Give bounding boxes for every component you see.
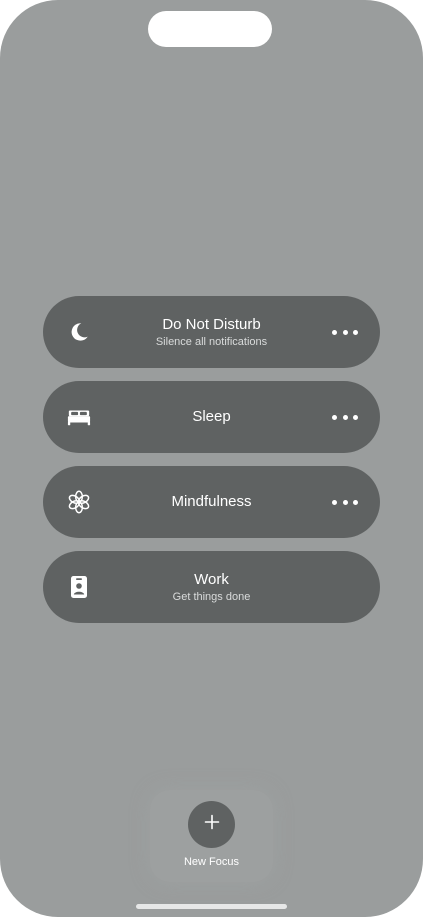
phone-screen: Do Not Disturb Silence all notifications: [0, 0, 423, 917]
more-options-icon[interactable]: [332, 492, 358, 512]
focus-text: Work Get things done: [113, 551, 310, 623]
new-focus-label: New Focus: [183, 856, 240, 868]
new-focus[interactable]: New Focus: [150, 790, 273, 882]
new-focus-button[interactable]: [188, 801, 235, 848]
focus-sleep[interactable]: Sleep: [43, 381, 380, 453]
focus-list: Do Not Disturb Silence all notifications: [43, 296, 380, 636]
dynamic-island: [148, 11, 272, 47]
focus-text: Sleep: [113, 381, 310, 453]
focus-do-not-disturb[interactable]: Do Not Disturb Silence all notifications: [43, 296, 380, 368]
mindfulness-flower-icon: [67, 490, 91, 514]
focus-text: Mindfulness: [113, 466, 310, 538]
focus-title: Work: [194, 570, 229, 588]
focus-title: Mindfulness: [171, 493, 252, 510]
id-badge-icon: [67, 575, 91, 599]
focus-mindfulness[interactable]: Mindfulness: [43, 466, 380, 538]
bed-icon: [67, 405, 91, 429]
home-indicator[interactable]: [136, 904, 287, 909]
focus-text: Do Not Disturb Silence all notifications: [113, 296, 310, 368]
plus-icon: [204, 814, 220, 835]
focus-subtitle: Silence all notifications: [155, 335, 268, 348]
moon-icon: [67, 320, 91, 344]
focus-work[interactable]: Work Get things done: [43, 551, 380, 623]
focus-subtitle: Get things done: [172, 590, 251, 603]
more-options-icon[interactable]: [332, 322, 358, 342]
focus-title: Sleep: [192, 408, 231, 425]
more-options-icon[interactable]: [332, 407, 358, 427]
focus-title: Do Not Disturb: [162, 315, 261, 333]
